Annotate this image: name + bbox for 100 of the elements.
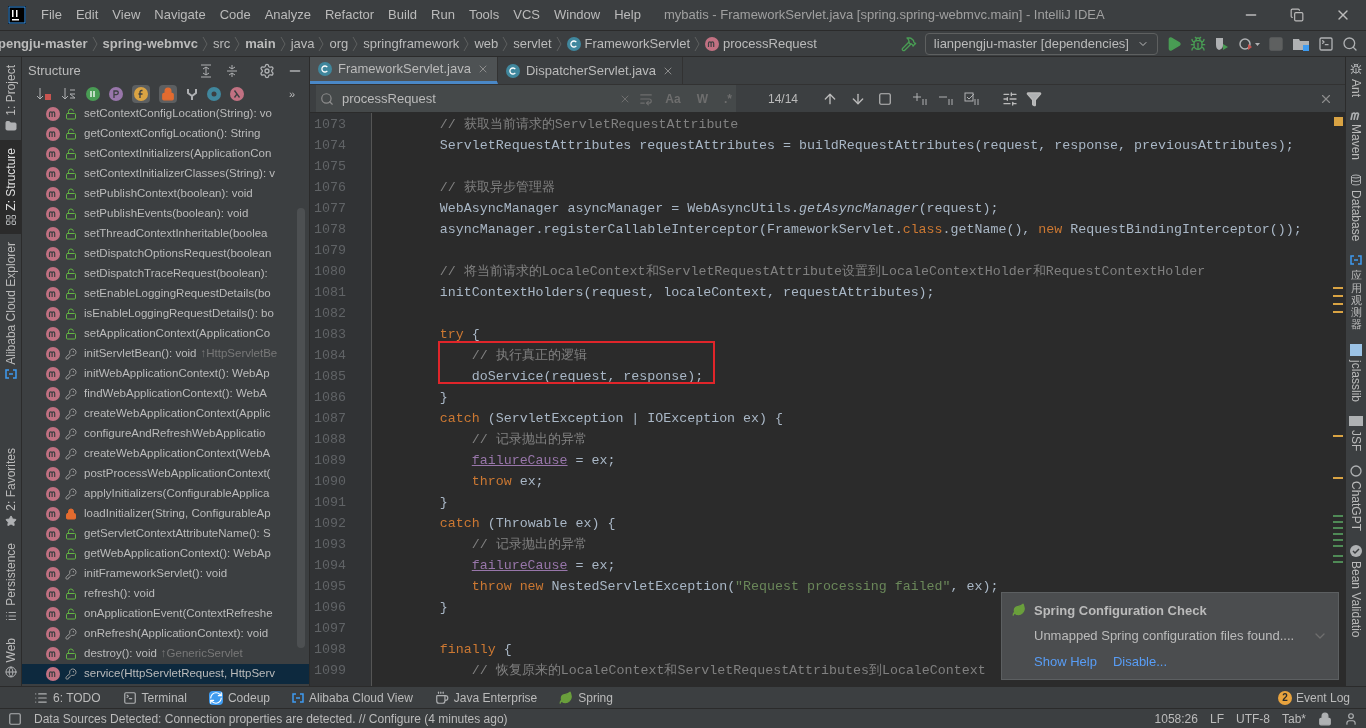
structure-item[interactable]: refresh(): void — [22, 584, 309, 604]
structure-item[interactable]: loadInitializer(String, ConfigurableAp — [22, 504, 309, 524]
restore-icon[interactable] — [1290, 8, 1304, 22]
event-log-button[interactable]: 2 Event Log — [1277, 688, 1350, 707]
menu-item[interactable]: File — [34, 5, 69, 25]
tool-window-tab[interactable]: Alibaba Cloud View — [292, 688, 413, 707]
tool-window-tab[interactable]: Persistence — [0, 534, 22, 630]
structure-item[interactable]: onApplicationEvent(ContextRefreshe — [22, 604, 309, 624]
structure-item[interactable]: setDispatchTraceRequest(boolean): — [22, 264, 309, 284]
menu-item[interactable]: Edit — [68, 5, 106, 25]
notification-link[interactable]: Show Help — [1034, 651, 1097, 671]
structure-item[interactable]: initWebApplicationContext(): WebAp — [22, 364, 309, 384]
tool-window-tab[interactable]: 6: TODO — [34, 688, 101, 707]
structure-item[interactable]: isEnableLoggingRequestDetails(): bo — [22, 304, 309, 324]
fields-toggle[interactable] — [132, 85, 150, 103]
structure-item[interactable]: setContextInitializers(ApplicationCon — [22, 144, 309, 164]
structure-item[interactable]: setEnableLoggingRequestDetails(bo — [22, 284, 309, 304]
filter-icon[interactable] — [1026, 90, 1043, 107]
collapse-all-icon[interactable] — [225, 63, 239, 78]
tool-window-tab[interactable]: 1: Project — [0, 57, 22, 140]
user-icon[interactable] — [1344, 711, 1358, 726]
tool-window-tab[interactable]: 应用观测器 — [1345, 255, 1366, 330]
indent-setting[interactable]: Tab* — [1281, 709, 1306, 728]
line-separator[interactable]: LF — [1209, 709, 1224, 728]
tool-window-tab[interactable]: 2: Favorites — [0, 440, 22, 535]
caret-position[interactable]: 1058:26 — [1154, 709, 1198, 728]
tool-window-tab[interactable]: Bean Validatio — [1345, 545, 1366, 638]
menu-item[interactable]: Tools — [461, 5, 507, 25]
structure-item[interactable]: setDispatchOptionsRequest(boolean — [22, 244, 309, 264]
menu-item[interactable]: Help — [607, 5, 648, 25]
run-config-dropdown[interactable]: lianpengju-master [dependencies] — [924, 32, 1158, 55]
structure-item[interactable]: setPublishContext(boolean): void — [22, 184, 309, 204]
menu-item[interactable]: Code — [212, 5, 258, 25]
lock-icon[interactable] — [1318, 711, 1332, 726]
tool-window-tab[interactable]: Codeup — [208, 688, 270, 707]
menu-item[interactable]: Navigate — [147, 5, 213, 25]
menu-item[interactable]: Run — [424, 5, 462, 25]
structure-item[interactable]: setContextInitializerClasses(String): v — [22, 164, 309, 184]
breadcrumb[interactable]: processRequest — [723, 33, 817, 54]
search-icon[interactable] — [1342, 35, 1358, 52]
tool-window-tab[interactable]: Alibaba Cloud Explorer — [0, 234, 22, 388]
breadcrumb[interactable]: java — [290, 33, 315, 54]
structure-item[interactable]: applyInitializers(ConfigurableApplica — [22, 484, 309, 504]
structure-item[interactable]: getServletContextAttributeName(): S — [22, 524, 309, 544]
profiler-icon[interactable] — [1238, 35, 1260, 52]
filter-options-icon[interactable] — [1002, 90, 1019, 107]
tool-window-tab[interactable]: Z: Structure — [0, 139, 22, 235]
terminal-icon[interactable] — [1318, 35, 1334, 52]
hierarchy-icon[interactable] — [186, 87, 198, 101]
editor-tab[interactable]: FrameworkServlet.java — [310, 57, 498, 84]
tool-window-tab[interactable]: Database — [1345, 174, 1366, 242]
breadcrumb[interactable]: servlet — [513, 33, 552, 54]
notification-link[interactable]: Disable... — [1112, 651, 1168, 671]
tool-window-tab[interactable]: JSF — [1345, 415, 1366, 452]
tool-window-tab[interactable]: jclasslib — [1345, 343, 1366, 402]
structure-item[interactable]: destroy(): void ↑GenericServlet — [22, 644, 309, 664]
structure-item[interactable]: onRefresh(ApplicationContext): void — [22, 624, 309, 644]
structure-item[interactable]: initServletBean(): void ↑HttpServletBe — [22, 344, 309, 364]
structure-item[interactable]: configureAndRefreshWebApplicatio — [22, 424, 309, 444]
expand-all-icon[interactable] — [199, 63, 213, 78]
breadcrumb[interactable]: springframework — [363, 33, 460, 54]
tool-window-tab[interactable]: Terminal — [122, 688, 187, 707]
menu-item[interactable]: Build — [381, 5, 424, 25]
sort-icon[interactable] — [36, 87, 52, 101]
breadcrumb[interactable]: main — [245, 33, 276, 54]
menu-item[interactable]: View — [105, 5, 148, 25]
structure-item[interactable]: getWebApplicationContext(): WebAp — [22, 544, 309, 564]
structure-item[interactable]: findWebApplicationContext(): WebA — [22, 384, 309, 404]
structure-item[interactable]: setThreadContextInheritable(boolea — [22, 224, 309, 244]
build-icon[interactable] — [900, 35, 917, 52]
structure-item[interactable]: setContextConfigLocation(String): vo — [22, 104, 309, 124]
menu-item[interactable]: Window — [546, 5, 608, 25]
coverage-icon[interactable] — [1214, 35, 1230, 52]
structure-item[interactable]: service(HttpServletRequest, HttpServ — [22, 664, 309, 684]
structure-item[interactable]: initFrameworkServlet(): void — [22, 564, 309, 584]
structure-item[interactable]: setApplicationContext(ApplicationCo — [22, 324, 309, 344]
tool-window-tab[interactable]: Maven — [1345, 111, 1366, 161]
breadcrumb[interactable]: org — [329, 33, 349, 54]
structure-item[interactable]: createWebApplicationContext(WebA — [22, 444, 309, 464]
structure-item[interactable]: createWebApplicationContext(Applic — [22, 404, 309, 424]
file-encoding[interactable]: UTF-8 — [1235, 709, 1270, 728]
select-all-icon[interactable] — [878, 91, 893, 106]
menu-item[interactable]: Refactor — [317, 5, 382, 25]
breadcrumb[interactable]: spring-webmvc — [102, 33, 198, 54]
tool-window-tab[interactable]: ChatGPT — [1345, 465, 1366, 532]
breadcrumb[interactable]: src — [212, 33, 231, 54]
breadcrumb[interactable]: web — [474, 33, 499, 54]
menu-item[interactable]: VCS — [506, 5, 547, 25]
tool-window-tab[interactable]: Ant — [1345, 63, 1366, 97]
structure-item[interactable]: postProcessWebApplicationContext( — [22, 464, 309, 484]
run-icon[interactable] — [1166, 35, 1182, 52]
tool-window-tab[interactable]: Java Enterprise — [434, 688, 538, 707]
structure-item[interactable]: setPublishEvents(boolean): void — [22, 204, 309, 224]
tool-window-tab[interactable]: Web — [0, 629, 22, 686]
non-public-toggle[interactable] — [159, 85, 177, 103]
settings-icon[interactable] — [259, 62, 275, 79]
breadcrumb[interactable]: FrameworkServlet — [584, 33, 690, 54]
panel-toggle-icon[interactable] — [8, 711, 22, 726]
sort-alphabetically-icon[interactable] — [61, 87, 77, 101]
more-button[interactable]: » — [288, 85, 295, 103]
